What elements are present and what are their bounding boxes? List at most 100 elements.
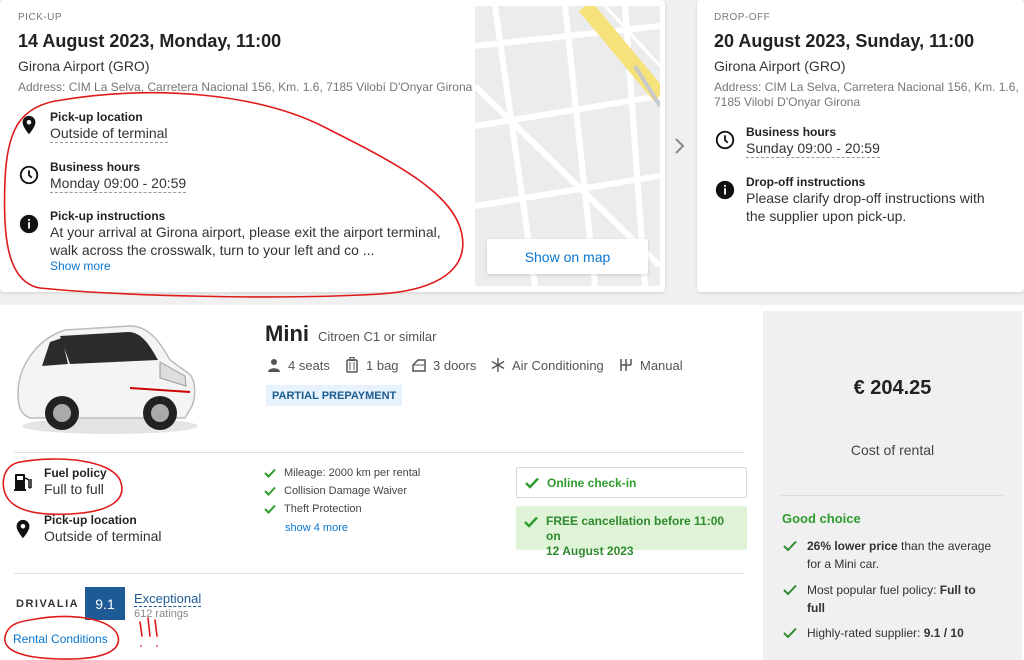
reason1-rest: than the average xyxy=(897,539,992,553)
good-choice-reason: 26% lower price than the average for a M… xyxy=(783,537,1008,573)
transmission-label: Manual xyxy=(640,357,683,373)
pickup-airport: Girona Airport (GRO) xyxy=(18,58,150,74)
pickup-label: PICK-UP xyxy=(18,12,63,23)
transmission-feature: Manual xyxy=(618,357,683,373)
supplier-logo: DRIVALIA xyxy=(16,598,80,610)
dropoff-hours-title: Business hours xyxy=(746,125,837,139)
inclusion-label: Theft Protection xyxy=(284,503,362,515)
online-checkin-label: Online check-in xyxy=(547,475,637,490)
show-more-inclusions-link[interactable]: show 4 more xyxy=(285,522,348,534)
price-label: Cost of rental xyxy=(850,442,935,458)
inclusion-label: Mileage: 2000 km per rental xyxy=(284,467,421,479)
reason1-bold: 26% lower price xyxy=(807,539,898,553)
reason2-bold: Full to xyxy=(939,583,976,597)
check-icon xyxy=(525,477,539,489)
good-choice-reason: Most popular fuel policy: Full to full xyxy=(783,581,1008,617)
divider xyxy=(14,452,744,453)
fuel-policy-row: Fuel policy Full to full xyxy=(12,466,107,498)
partial-prepayment-badge: PARTIAL PREPAYMENT xyxy=(266,385,403,406)
car-pickup-location-row: Pick-up location Outside of terminal xyxy=(12,513,162,545)
price-amount: € 204.25 xyxy=(853,377,932,399)
pickup-hours-row: Business hours Monday 09:00 - 20:59 xyxy=(18,160,187,193)
luggage-icon xyxy=(346,357,358,373)
ratings-count: 612 ratings xyxy=(134,608,189,620)
pickup-datetime: 14 August 2023, Monday, 11:00 xyxy=(18,31,282,51)
pickup-location-value[interactable]: Outside of terminal xyxy=(50,124,168,143)
person-icon xyxy=(268,359,280,372)
rating-score-badge: 9.1 xyxy=(85,587,125,620)
dropoff-instructions-title: Drop-off instructions xyxy=(746,175,866,189)
rental-conditions-link[interactable]: Rental Conditions xyxy=(13,632,108,646)
seats-label: 4 seats xyxy=(288,357,330,373)
dropoff-card: DROP-OFF 20 August 2023, Sunday, 11:00 G… xyxy=(697,0,1024,292)
clock-icon xyxy=(19,165,39,185)
pickup-instructions-row: Pick-up instructions At your arrival at … xyxy=(18,209,441,273)
reason2-bold-line2: full xyxy=(807,601,825,615)
inclusion-item: Collision Damage Waiver xyxy=(264,485,407,497)
reason3-text: Highly-rated supplier: xyxy=(807,626,924,640)
pickup-instructions-line1: At your arrival at Girona airport, pleas… xyxy=(50,224,441,240)
dropoff-airport: Girona Airport (GRO) xyxy=(714,58,846,74)
show-on-map-button[interactable]: Show on map xyxy=(487,239,648,274)
bags-feature: 1 bag xyxy=(344,357,399,373)
snowflake-icon xyxy=(491,358,505,372)
check-icon xyxy=(783,540,797,552)
dropoff-datetime: 20 August 2023, Sunday, 11:00 xyxy=(714,31,975,51)
pickup-instructions-title: Pick-up instructions xyxy=(50,209,166,223)
pickup-address: Address: CIM La Selva, Carretera Naciona… xyxy=(18,80,473,94)
ac-label: Air Conditioning xyxy=(512,357,604,373)
ac-feature: Air Conditioning xyxy=(490,357,604,373)
show-more-link[interactable]: Show more xyxy=(50,259,441,273)
online-checkin-box: Online check-in xyxy=(516,467,747,498)
door-icon xyxy=(412,359,426,372)
dropoff-address-line2: 7185 Vilobí D'Onyar Girona xyxy=(714,95,861,109)
divider xyxy=(781,495,1003,496)
dropoff-instructions-row: Drop-off instructions Please clarify dro… xyxy=(714,175,985,225)
dropoff-label: DROP-OFF xyxy=(714,12,771,23)
pickup-instructions-line2: walk across the crosswalk, turn to your … xyxy=(50,242,375,258)
check-icon xyxy=(783,627,797,639)
dropoff-instructions-line2: the supplier upon pick-up. xyxy=(746,208,907,224)
car-model: Citroen C1 or similar xyxy=(318,329,437,344)
pickup-card: PICK-UP 14 August 2023, Monday, 11:00 Gi… xyxy=(0,0,665,292)
good-choice-title: Good choice xyxy=(782,511,861,526)
bags-label: 1 bag xyxy=(366,357,399,373)
car-image xyxy=(17,325,198,434)
cancellation-line2: 12 August 2023 xyxy=(546,544,634,558)
dropoff-hours-value[interactable]: Sunday 09:00 - 20:59 xyxy=(746,139,880,158)
fuel-policy-title: Fuel policy xyxy=(44,466,107,480)
car-name: Mini xyxy=(265,321,309,346)
free-cancellation-box: FREE cancellation before 11:00 on 12 Aug… xyxy=(516,506,747,558)
divider xyxy=(14,573,744,574)
inclusion-item: Mileage: 2000 km per rental xyxy=(264,467,420,479)
good-choice-reason: Highly-rated supplier: 9.1 / 10 xyxy=(783,624,1008,642)
fuel-pump-icon xyxy=(14,474,32,491)
inclusion-item: Theft Protection xyxy=(264,503,362,515)
location-pin-icon xyxy=(22,115,36,135)
car-pickup-location-title: Pick-up location xyxy=(44,513,137,527)
gearshift-icon xyxy=(620,359,632,371)
fuel-policy-value: Full to full xyxy=(44,481,104,497)
pickup-hours-value[interactable]: Monday 09:00 - 20:59 xyxy=(50,174,187,193)
dropoff-address-line1: Address: CIM La Selva, Carretera Naciona… xyxy=(714,80,1019,94)
pickup-location-row: Pick-up location Outside of terminal xyxy=(18,110,168,143)
doors-label: 3 doors xyxy=(433,357,477,373)
check-icon xyxy=(783,584,797,596)
pickup-hours-title: Business hours xyxy=(50,160,141,174)
rating-label[interactable]: Exceptional xyxy=(134,591,202,607)
check-icon xyxy=(264,468,276,478)
pickup-location-title: Pick-up location xyxy=(50,110,143,124)
check-icon xyxy=(264,504,276,514)
check-icon xyxy=(524,516,538,528)
info-icon xyxy=(715,180,735,200)
reason3-bold: 9.1 / 10 xyxy=(923,626,964,640)
info-icon xyxy=(19,214,39,234)
location-pin-icon xyxy=(16,519,30,539)
chevron-right-icon[interactable] xyxy=(672,136,688,156)
seats-feature: 4 seats xyxy=(266,357,330,373)
dropoff-hours-row: Business hours Sunday 09:00 - 20:59 xyxy=(714,125,880,158)
dropoff-instructions-line1: Please clarify drop-off instructions wit… xyxy=(746,190,985,206)
inclusion-label: Collision Damage Waiver xyxy=(284,485,408,497)
car-pickup-location-value: Outside of terminal xyxy=(44,528,162,544)
car-heading: Mini Citroen C1 or similar xyxy=(265,321,436,347)
